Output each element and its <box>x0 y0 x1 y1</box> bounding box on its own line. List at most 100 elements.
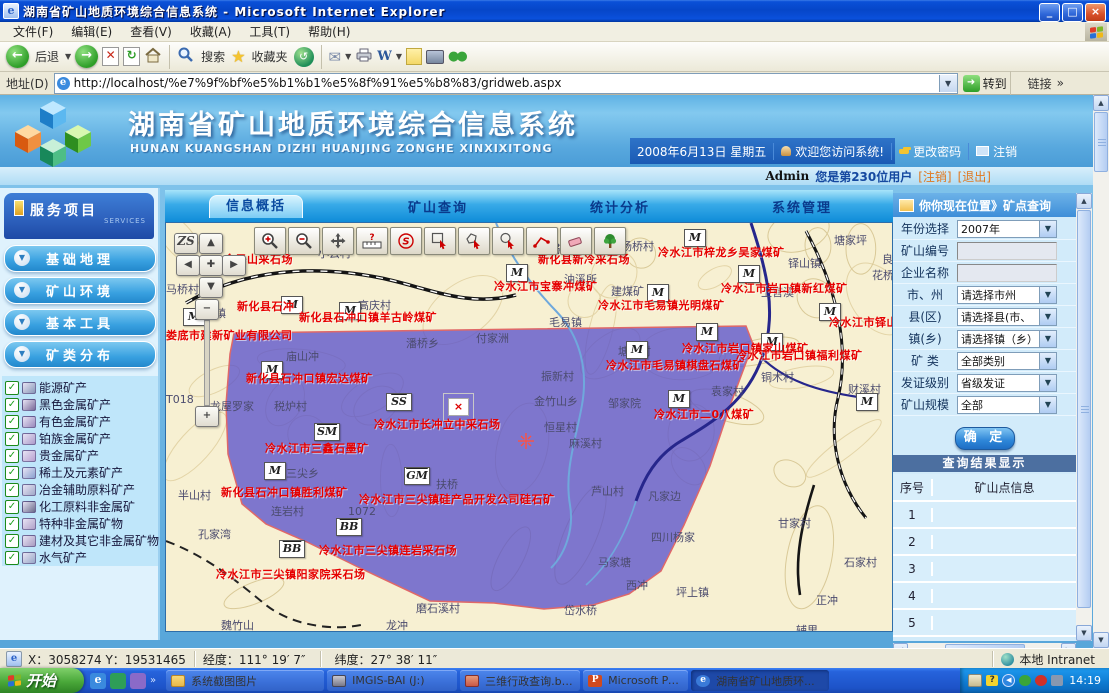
history-icon[interactable]: ↺ <box>294 47 314 67</box>
tray-keyboard-icon[interactable] <box>968 674 982 687</box>
select-cert-level[interactable]: 省级发证▼ <box>957 374 1057 392</box>
taskbar-window-0[interactable]: 系统截图图片 <box>166 670 324 691</box>
page-scrollbar[interactable]: ▲ ▼ <box>1093 95 1109 648</box>
layer-item[interactable]: ✓稀土及元素矿产 <box>5 464 158 481</box>
zoom-out-icon[interactable] <box>288 227 320 255</box>
tray-green-icon[interactable] <box>1019 675 1031 686</box>
tab-2[interactable]: 统计分析 <box>576 193 664 220</box>
layer-item[interactable]: ✓冶金辅助原料矿产 <box>5 481 158 498</box>
checkbox-checked-icon[interactable]: ✓ <box>5 500 19 514</box>
select-year[interactable]: 2007年▼ <box>957 220 1057 238</box>
tab-3[interactable]: 系统管理 <box>758 193 846 220</box>
mine-marker-m[interactable]: M <box>696 323 718 341</box>
menu-item[interactable]: 编辑(E) <box>62 25 121 39</box>
research-icon[interactable] <box>426 50 444 64</box>
select-scale[interactable]: 全部▼ <box>957 396 1057 414</box>
pan-down-button[interactable]: ▼ <box>199 277 223 298</box>
table-row[interactable]: 5 <box>893 610 1076 637</box>
tray-collapse-icon[interactable]: ◀ <box>1002 674 1015 687</box>
url-text[interactable]: http://localhost/%e7%9f%bf%e5%b1%b1%e5%8… <box>74 76 562 90</box>
admin-exit-link[interactable]: [退出] <box>958 168 991 185</box>
messenger-icon[interactable]: ●● <box>448 49 465 64</box>
panel-scroll-thumb[interactable] <box>1077 210 1091 608</box>
checkbox-checked-icon[interactable]: ✓ <box>5 432 19 446</box>
search-icon[interactable] <box>177 46 195 67</box>
quicklaunch-desktop-icon[interactable] <box>110 673 126 689</box>
sidebar-section-3[interactable]: ▼矿类分布 <box>4 341 156 368</box>
pan-right-button[interactable]: ▶ <box>222 255 246 276</box>
edit-word-icon[interactable]: W <box>377 49 392 64</box>
notes-icon[interactable] <box>406 48 422 65</box>
back-dropdown-icon[interactable]: ▼ <box>65 52 71 61</box>
map-canvas[interactable]: ZS ▲ ◀ ✚ ▶ ▼ − + ?S 苏家湾杨桥村塘家坪良溪村铎山镇花桥小云村… <box>165 222 893 632</box>
select-city[interactable]: 请选择市州▼ <box>957 286 1057 304</box>
search-label[interactable]: 搜索 <box>201 48 225 65</box>
panel-scroll-up-icon[interactable]: ▲ <box>1076 193 1092 209</box>
layer-item[interactable]: ✓黑色金属矿产 <box>5 396 158 413</box>
input-company-name[interactable] <box>957 264 1057 282</box>
chevron-down-icon[interactable]: ▼ <box>1039 221 1056 237</box>
refresh-icon[interactable]: ↻ <box>123 47 140 66</box>
checkbox-checked-icon[interactable]: ✓ <box>5 449 19 463</box>
layer-item[interactable]: ✓贵金属矿产 <box>5 447 158 464</box>
chevron-down-icon[interactable]: ▼ <box>1039 309 1056 325</box>
layer-item[interactable]: ✓有色金属矿产 <box>5 413 158 430</box>
panel-scroll-down-icon[interactable]: ▼ <box>1076 625 1092 641</box>
zoom-slider-plus-button[interactable]: + <box>195 406 219 427</box>
mine-marker-m[interactable]: M <box>264 462 286 480</box>
mine-marker-sm[interactable]: SM <box>314 423 340 441</box>
quicklaunch-app-icon[interactable] <box>130 673 146 689</box>
mine-marker-gm[interactable]: GM <box>404 467 430 485</box>
forward-icon[interactable]: → <box>75 45 98 68</box>
selected-marker[interactable]: × <box>448 398 469 416</box>
checkbox-checked-icon[interactable]: ✓ <box>5 534 19 548</box>
checkbox-checked-icon[interactable]: ✓ <box>5 398 19 412</box>
taskbar-window-2[interactable]: 三维行政查询.bmp... <box>460 670 580 691</box>
checkbox-checked-icon[interactable]: ✓ <box>5 517 19 531</box>
quicklaunch-overflow-icon[interactable]: » <box>150 675 156 686</box>
measure-distance-icon[interactable]: ? <box>356 227 388 255</box>
page-scroll-down-icon[interactable]: ▼ <box>1093 632 1109 648</box>
select-polygon-icon[interactable] <box>458 227 490 255</box>
links-label[interactable]: 链接 <box>1028 75 1052 92</box>
layer-item[interactable]: ✓化工原料非金属矿 <box>5 498 158 515</box>
table-row[interactable]: 2 <box>893 529 1076 556</box>
change-password-link[interactable]: 更改密码 <box>891 143 968 160</box>
checkbox-checked-icon[interactable]: ✓ <box>5 415 19 429</box>
input-mine-number[interactable] <box>957 242 1057 260</box>
back-label[interactable]: 后退 <box>35 48 59 65</box>
select-town[interactable]: 请选择镇（乡）▼ <box>957 330 1057 348</box>
map-nav-zs-button[interactable]: ZS <box>174 233 198 254</box>
links-chevron-icon[interactable]: » <box>1057 76 1064 90</box>
address-input[interactable]: e http://localhost/%e7%9f%bf%e5%b1%b1%e5… <box>54 73 958 94</box>
checkbox-checked-icon[interactable]: ✓ <box>5 483 19 497</box>
page-scroll-thumb[interactable] <box>1094 112 1108 172</box>
pan-icon[interactable] <box>322 227 354 255</box>
favorites-label[interactable]: 收藏夹 <box>252 48 288 65</box>
logout-link[interactable]: 注销 <box>968 143 1024 160</box>
tab-1[interactable]: 矿山查询 <box>394 193 482 220</box>
full-extent-icon[interactable]: S <box>390 227 422 255</box>
admin-logout-link[interactable]: [注销] <box>918 168 951 185</box>
tray-display-icon[interactable] <box>1051 675 1063 686</box>
checkbox-checked-icon[interactable]: ✓ <box>5 551 19 565</box>
sidebar-section-1[interactable]: ▼矿山环境 <box>4 277 156 304</box>
zoom-slider-track[interactable] <box>204 320 210 406</box>
chevron-down-icon[interactable]: ▼ <box>1039 375 1056 391</box>
tray-help-icon[interactable]: ? <box>986 675 998 686</box>
back-icon[interactable]: ← <box>6 45 29 68</box>
mail-dropdown-icon[interactable]: ▼ <box>345 52 351 61</box>
zoom-slider-minus-button[interactable]: − <box>195 299 219 320</box>
mine-marker-bb[interactable]: BB <box>336 518 362 536</box>
start-button[interactable]: 开始 <box>0 668 84 693</box>
sidebar-section-2[interactable]: ▼基本工具 <box>4 309 156 336</box>
table-row[interactable]: 3 <box>893 556 1076 583</box>
layer-item[interactable]: ✓特种非金属矿物 <box>5 515 158 532</box>
mine-marker-ss[interactable]: SS <box>386 393 412 411</box>
select-county[interactable]: 请选择县(市、▼ <box>957 308 1057 326</box>
select-category[interactable]: 全部类别▼ <box>957 352 1057 370</box>
print-icon[interactable] <box>355 48 373 65</box>
taskbar-window-4[interactable]: e湖南省矿山地质环... <box>691 670 829 691</box>
layer-item[interactable]: ✓建材及其它非金属矿物 <box>5 532 158 549</box>
checkbox-checked-icon[interactable]: ✓ <box>5 466 19 480</box>
